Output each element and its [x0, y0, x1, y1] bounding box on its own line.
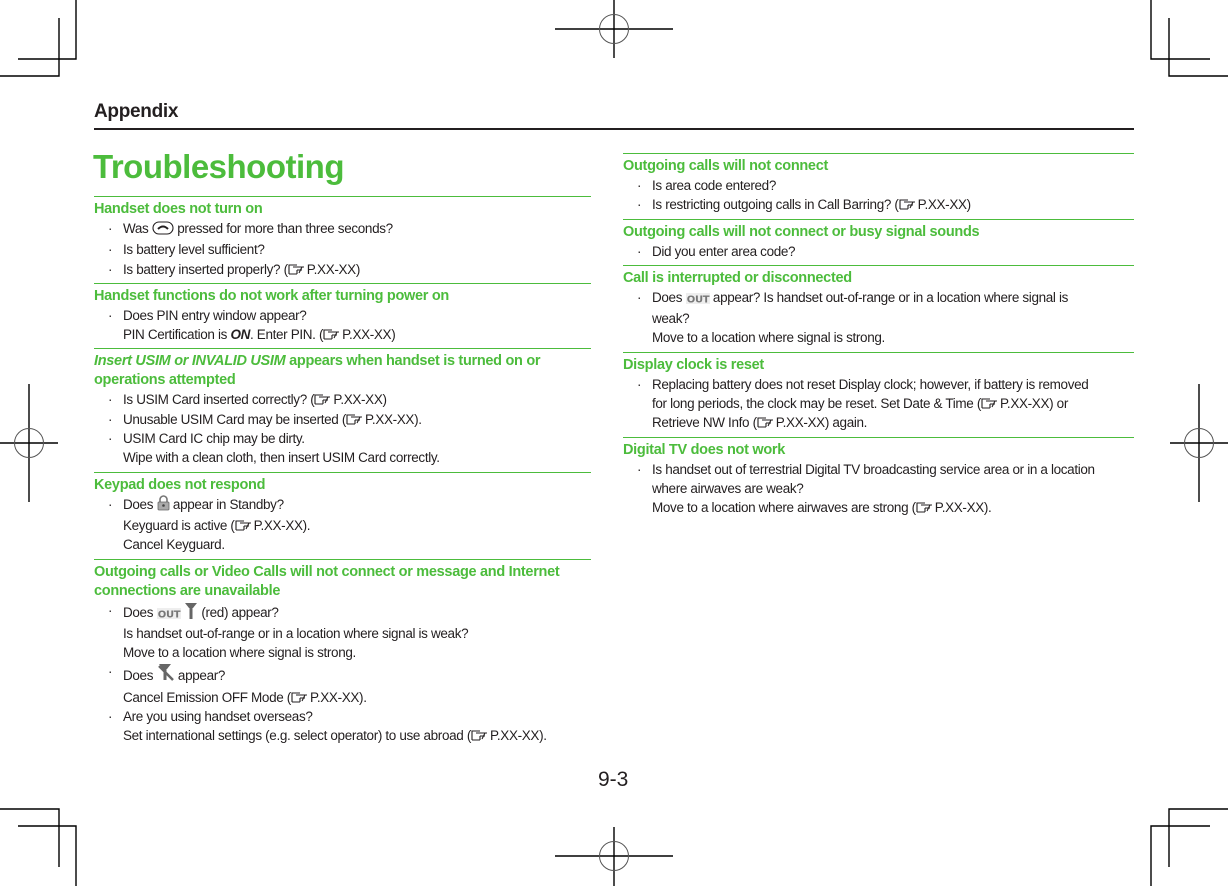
pointing-hand-icon	[323, 328, 341, 340]
section-functions-not-working: Handset functions do not work after turn…	[94, 282, 591, 349]
antenna-icon	[184, 601, 198, 624]
pointing-hand-icon	[757, 416, 775, 428]
page-reference-link[interactable]: P.XX-XX	[471, 728, 539, 743]
page-reference-link[interactable]: P.XX-XX	[757, 415, 825, 430]
pointing-hand-icon	[471, 729, 489, 741]
section-title: Digital TV does not work	[623, 441, 785, 458]
page-reference-link[interactable]: P.XX-XX	[899, 197, 967, 212]
out-of-range-icon: OUT	[156, 605, 181, 624]
lock-icon	[157, 494, 170, 516]
pointing-hand-icon	[981, 397, 999, 409]
section-title: Insert USIM or INVALID USIM appears when…	[94, 353, 541, 389]
list-item: · Are you using handset overseas? Set in…	[108, 709, 547, 744]
header-rule	[94, 128, 1134, 130]
section-insert-usim: Insert USIM or INVALID USIM appears when…	[94, 348, 591, 471]
pointing-hand-icon	[235, 519, 253, 531]
list-item: · Replacing battery does not reset Displ…	[637, 376, 1089, 431]
list-item: · USIM Card IC chip may be dirty. Wipe w…	[108, 431, 440, 466]
section-clock-reset: Display clock is reset · Replacing batte…	[623, 351, 1134, 437]
section-header: Appendix	[94, 101, 179, 122]
page-title: Troubleshooting	[93, 148, 344, 185]
list-item: · Is restricting outgoing calls in Call B…	[637, 197, 971, 213]
section-busy-signal: Outgoing calls will not connect or busy …	[623, 218, 1134, 265]
pointing-hand-icon	[346, 413, 364, 425]
svg-text:OUT: OUT	[157, 609, 180, 619]
list-item: · Was pressed for more than three seconds…	[94, 219, 591, 240]
page-reference-link[interactable]: P.XX-XX	[235, 518, 303, 533]
list-item: · Does OUT appear? Is handset out-of-ran…	[637, 289, 1069, 346]
page-number: 9-3	[598, 768, 629, 791]
list-item: · Is handset out of terrestrial Digital …	[637, 461, 1095, 516]
page-reference-link[interactable]: P.XX-XX	[346, 412, 414, 427]
list-item: · Is battery level sufficient?	[108, 242, 265, 258]
section-title: Handset functions do not work after turn…	[94, 287, 449, 304]
pointing-hand-icon	[899, 198, 917, 210]
section-handset-no-power: Handset does not turn on · Was pressed fo…	[94, 196, 591, 283]
section-title: Outgoing calls will not connect or busy …	[623, 223, 980, 240]
page-reference-link[interactable]: P.XX-XX	[981, 396, 1049, 411]
section-title: Keypad does not respond	[94, 476, 266, 493]
page-reference-link[interactable]: P.XX-XX	[288, 262, 356, 277]
section-outgoing-not-connect: Outgoing calls will not connect · Is area…	[623, 153, 1134, 219]
list-item: · Did you enter area code?	[637, 243, 796, 259]
section-keypad: Keypad does not respond · Does appear in…	[94, 471, 591, 559]
section-title: Outgoing calls or Video Calls will not c…	[94, 563, 560, 599]
right-column: Outgoing calls will not connect · Is area…	[623, 153, 1134, 522]
section-call-interrupted: Call is interrupted or disconnected · Do…	[623, 264, 1134, 352]
list-item: · Unusable USIM Card may be inserted (P.X…	[108, 411, 422, 427]
left-column: Handset does not turn on · Was pressed fo…	[94, 196, 591, 750]
end-key-icon	[152, 221, 174, 240]
list-item: · Does OUT (red) appear? Is handset out-…	[108, 601, 469, 661]
pointing-hand-icon	[916, 501, 934, 513]
section-outgoing-unavailable: Outgoing calls or Video Calls will not c…	[94, 558, 591, 750]
pointing-hand-icon	[291, 691, 309, 703]
list-item: · Is area code entered?	[637, 178, 776, 193]
page-reference-link[interactable]: P.XX-XX	[323, 327, 392, 342]
section-digital-tv: Digital TV does not work · Is handset ou…	[623, 436, 1134, 522]
section-title: Outgoing calls will not connect	[623, 158, 828, 174]
svg-text:OUT: OUT	[686, 294, 709, 304]
emission-off-icon	[157, 662, 175, 687]
section-title: Display clock is reset	[623, 356, 764, 373]
section-title: Call is interrupted or disconnected	[623, 269, 852, 286]
list-item: · Does PIN entry window appear? PIN Cert…	[108, 307, 396, 343]
pointing-hand-icon	[288, 263, 306, 275]
list-item: · Is battery inserted properly? (P.XX-XX)	[108, 261, 360, 277]
out-of-range-icon: OUT	[685, 290, 710, 309]
page-reference-link[interactable]: P.XX-XX	[291, 690, 359, 705]
page-reference-link[interactable]: P.XX-XX	[916, 500, 984, 515]
list-item: · Does appear? Cancel Emission OFF Mode …	[108, 662, 367, 705]
list-item: · Is USIM Card inserted correctly? (P.XX-…	[108, 392, 387, 408]
section-title: Handset does not turn on	[94, 201, 263, 217]
page-reference-link[interactable]: P.XX-XX	[314, 392, 383, 407]
pointing-hand-icon	[314, 393, 332, 405]
list-item: · Does appear in Standby? Keyguard is ac…	[108, 494, 311, 553]
